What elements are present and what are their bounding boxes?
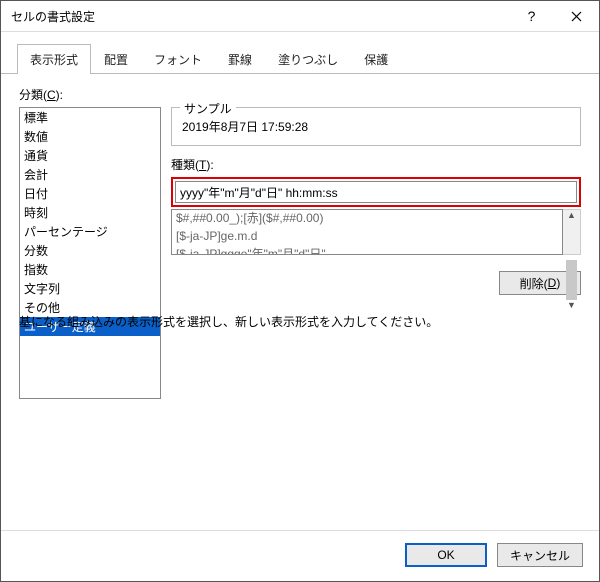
category-item[interactable]: 分数: [20, 241, 160, 260]
sample-label: サンプル: [180, 100, 236, 117]
category-item[interactable]: 標準: [20, 108, 160, 127]
tab-font[interactable]: フォント: [141, 44, 215, 74]
dialog-footer: OK キャンセル: [1, 530, 599, 581]
type-input[interactable]: [175, 181, 577, 203]
sample-value: 2019年8月7日 17:59:28: [180, 114, 572, 135]
titlebar: セルの書式設定 ?: [1, 1, 599, 32]
category-item[interactable]: 日付: [20, 184, 160, 203]
main-row: 標準 数値 通貨 会計 日付 時刻 パーセンテージ 分数 指数 文字列 その他 …: [19, 107, 581, 299]
tab-alignment[interactable]: 配置: [91, 44, 141, 74]
category-item[interactable]: 数値: [20, 127, 160, 146]
category-item[interactable]: 会計: [20, 165, 160, 184]
type-label: 種類(T):: [171, 156, 581, 173]
category-label: 分類(C):: [19, 86, 581, 103]
scroll-thumb[interactable]: [566, 260, 577, 300]
tab-protection[interactable]: 保護: [351, 44, 401, 74]
cancel-button[interactable]: キャンセル: [497, 543, 583, 567]
category-item[interactable]: 通貨: [20, 146, 160, 165]
ok-button[interactable]: OK: [405, 543, 487, 567]
right-column: サンプル 2019年8月7日 17:59:28 種類(T): $#,##0.00…: [171, 107, 581, 299]
type-list-item[interactable]: [$-ja-JP]ggge"年"m"月"d"日": [172, 246, 562, 255]
scroll-up-button[interactable]: ▲: [563, 210, 580, 220]
type-list-scrollbar[interactable]: ▲ ▼: [563, 209, 581, 255]
category-item[interactable]: 文字列: [20, 279, 160, 298]
category-item[interactable]: 時刻: [20, 203, 160, 222]
format-cells-dialog: セルの書式設定 ? 表示形式 配置 フォント 罫線 塗りつぶし 保護 分類(C)…: [0, 0, 600, 582]
type-list-wrap: $#,##0.00_);[赤]($#,##0.00) [$-ja-JP]ge.m…: [171, 209, 581, 255]
tab-border[interactable]: 罫線: [215, 44, 265, 74]
type-list-item[interactable]: [$-ja-JP]ge.m.d: [172, 228, 562, 246]
tab-fill[interactable]: 塗りつぶし: [265, 44, 351, 74]
delete-row: 削除(D): [171, 255, 581, 299]
scroll-down-button[interactable]: ▼: [563, 300, 580, 310]
chevron-down-icon: ▼: [567, 300, 576, 310]
category-item[interactable]: パーセンテージ: [20, 222, 160, 241]
tab-content: 分類(C): 標準 数値 通貨 会計 日付 時刻 パーセンテージ 分数 指数 文…: [1, 74, 599, 530]
type-list-item[interactable]: $#,##0.00_);[赤]($#,##0.00): [172, 210, 562, 228]
close-icon: [571, 11, 582, 22]
hint-text: 基になる組み込みの表示形式を選択し、新しい表示形式を入力してください。: [19, 299, 581, 330]
window-title: セルの書式設定: [1, 8, 509, 25]
close-button[interactable]: [554, 1, 599, 31]
help-button[interactable]: ?: [509, 1, 554, 31]
sample-box: サンプル 2019年8月7日 17:59:28: [171, 107, 581, 146]
chevron-up-icon: ▲: [567, 210, 576, 220]
type-list[interactable]: $#,##0.00_);[赤]($#,##0.00) [$-ja-JP]ge.m…: [171, 209, 563, 255]
tab-strip: 表示形式 配置 フォント 罫線 塗りつぶし 保護: [1, 32, 599, 74]
type-input-highlight: [171, 177, 581, 207]
category-item[interactable]: 指数: [20, 260, 160, 279]
tab-number-format[interactable]: 表示形式: [17, 44, 91, 74]
